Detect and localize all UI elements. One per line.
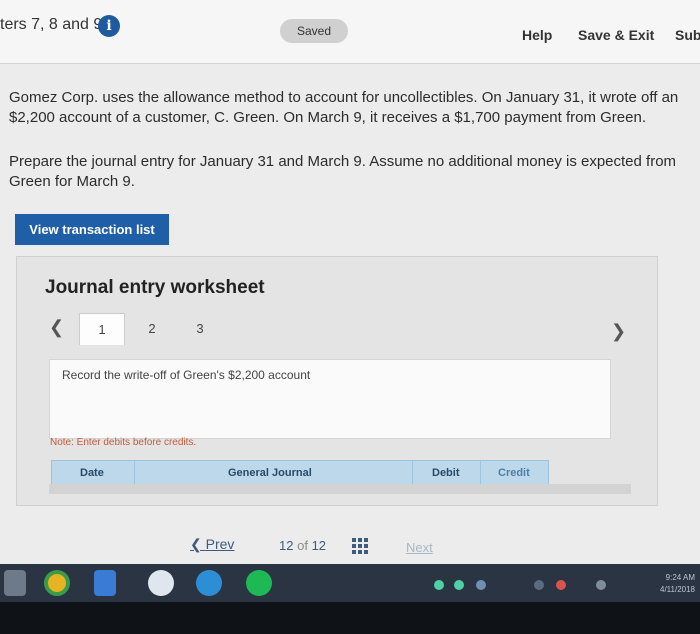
note-text: Note: Enter debits before credits. [50, 437, 197, 448]
app-icon[interactable] [148, 570, 174, 596]
journal-table-header: Date General Journal Debit Credit [51, 460, 549, 486]
save-exit-button[interactable]: Save & Exit [578, 27, 654, 43]
worksheet-tab-2[interactable]: 2 [129, 313, 175, 345]
saved-status-badge: Saved [280, 19, 348, 43]
prev-button[interactable]: ❮ Prev [190, 536, 234, 553]
record-instruction-box: Record the write-off of Green's $2,200 a… [49, 359, 611, 439]
column-divider [412, 461, 413, 485]
top-bar: ters 7, 8 and 9 i Saved Help Save & Exit… [0, 0, 700, 64]
taskbar-clock[interactable]: 9:24 AM 4/11/2018 [660, 572, 695, 596]
spotify-icon[interactable] [246, 570, 272, 596]
table-body-strip [49, 484, 631, 494]
browser-icon[interactable] [196, 570, 222, 596]
media-icon[interactable] [94, 570, 116, 596]
info-icon[interactable]: i [98, 15, 120, 37]
clock-time: 9:24 AM [665, 573, 695, 582]
worksheet-tab-3[interactable]: 3 [177, 313, 223, 345]
chapters-title: ters 7, 8 and 9 [0, 16, 103, 33]
tray-icon[interactable] [596, 580, 606, 590]
column-credit: Credit [498, 467, 530, 479]
prev-label: Prev [205, 536, 235, 552]
question-line: Gomez Corp. uses the allowance method to… [9, 89, 679, 106]
column-divider [134, 461, 135, 485]
question-paragraph: Gomez Corp. uses the allowance method to… [9, 88, 700, 128]
app-icon[interactable] [4, 570, 26, 596]
tray-icon[interactable] [556, 580, 566, 590]
instruction-paragraph: Prepare the journal entry for January 31… [9, 152, 700, 192]
total-pages: 12 [311, 538, 327, 553]
instruction-line: Prepare the journal entry for January 31… [9, 153, 677, 170]
record-instruction: Record the write-off of Green's $2,200 a… [62, 368, 311, 382]
worksheet-tab-1[interactable]: 1 [79, 313, 125, 345]
chevron-right-icon[interactable]: ❯ [611, 321, 626, 342]
clock-date: 4/11/2018 [660, 585, 695, 594]
question-content: Gomez Corp. uses the allowance method to… [0, 64, 700, 564]
journal-entry-worksheet: Journal entry worksheet ❮ 1 2 3 ❯ Record… [16, 256, 658, 506]
chevron-left-icon[interactable]: ❮ [49, 317, 64, 338]
submit-button[interactable]: Sub [675, 27, 700, 43]
screen-bezel [0, 602, 700, 634]
column-divider [480, 461, 481, 485]
worksheet-title: Journal entry worksheet [45, 277, 265, 298]
os-taskbar: 9:24 AM 4/11/2018 [0, 564, 700, 634]
chrome-icon[interactable] [44, 570, 70, 596]
next-button[interactable]: Next [406, 540, 433, 555]
grid-icon[interactable] [352, 538, 368, 554]
question-line: $2,200 account of a customer, C. Green. … [9, 109, 646, 126]
page-counter: 12 of 12 [279, 538, 326, 553]
instruction-line: Green for March 9. [9, 173, 135, 190]
tray-icon[interactable] [534, 580, 544, 590]
column-debit: Debit [432, 467, 460, 479]
of-label: of [297, 538, 308, 553]
column-date: Date [80, 467, 104, 479]
view-transaction-list-button[interactable]: View transaction list [15, 214, 169, 245]
tray-icon[interactable] [476, 580, 486, 590]
column-general-journal: General Journal [228, 467, 312, 479]
current-page: 12 [279, 538, 294, 553]
tray-icon[interactable] [454, 580, 464, 590]
taskbar-strip: 9:24 AM 4/11/2018 [0, 564, 700, 602]
tray-icon[interactable] [434, 580, 444, 590]
help-button[interactable]: Help [522, 27, 552, 43]
